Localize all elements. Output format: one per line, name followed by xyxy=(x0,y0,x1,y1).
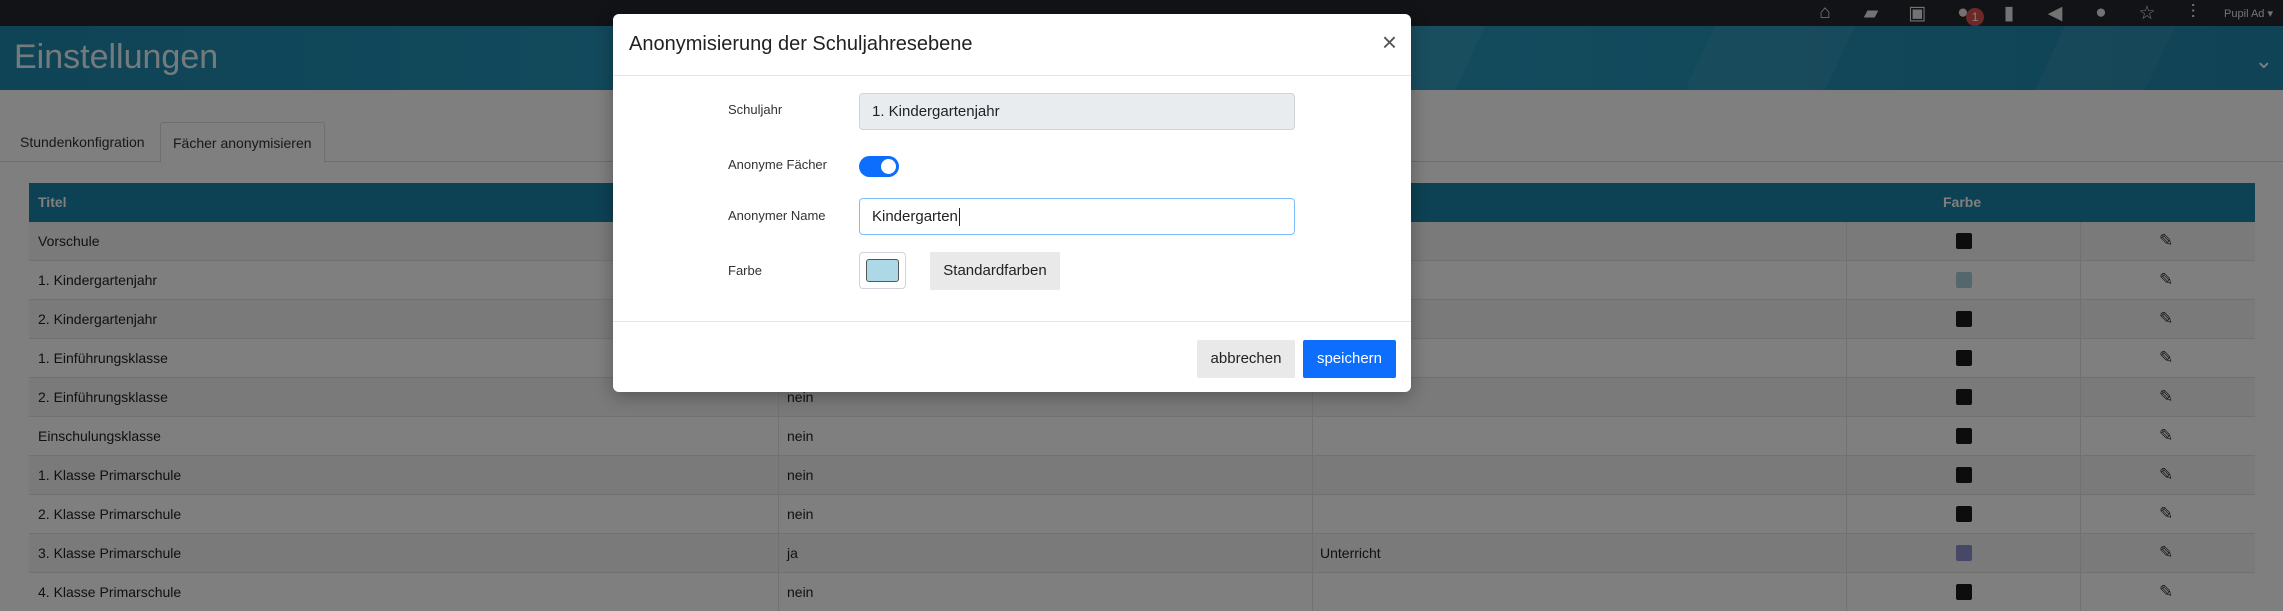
color-picker[interactable] xyxy=(859,252,906,289)
text-caret xyxy=(958,208,960,227)
anonymer-name-input[interactable]: Kindergarten xyxy=(859,198,1295,235)
close-icon[interactable]: × xyxy=(1382,29,1397,55)
cancel-button[interactable]: abbrechen xyxy=(1197,340,1295,378)
farbe-label: Farbe xyxy=(728,263,762,278)
anonymer-name-label: Anonymer Name xyxy=(728,208,826,223)
anonymer-name-value: Kindergarten xyxy=(872,208,958,225)
standardfarben-button[interactable]: Standardfarben xyxy=(930,252,1060,290)
toggle-knob xyxy=(881,159,896,174)
dialog-header: Anonymisierung der Schuljahresebene × xyxy=(613,14,1411,76)
save-button[interactable]: speichern xyxy=(1303,340,1396,378)
anonyme-faecher-toggle[interactable] xyxy=(859,156,899,177)
schuljahr-label: Schuljahr xyxy=(728,102,783,117)
anonymization-dialog: Anonymisierung der Schuljahresebene × Sc… xyxy=(613,14,1411,392)
dialog-title: Anonymisierung der Schuljahresebene xyxy=(629,33,973,55)
color-swatch xyxy=(866,259,899,282)
schuljahr-field: 1. Kindergartenjahr xyxy=(859,93,1295,130)
anonyme-faecher-label: Anonyme Fächer xyxy=(728,157,827,172)
